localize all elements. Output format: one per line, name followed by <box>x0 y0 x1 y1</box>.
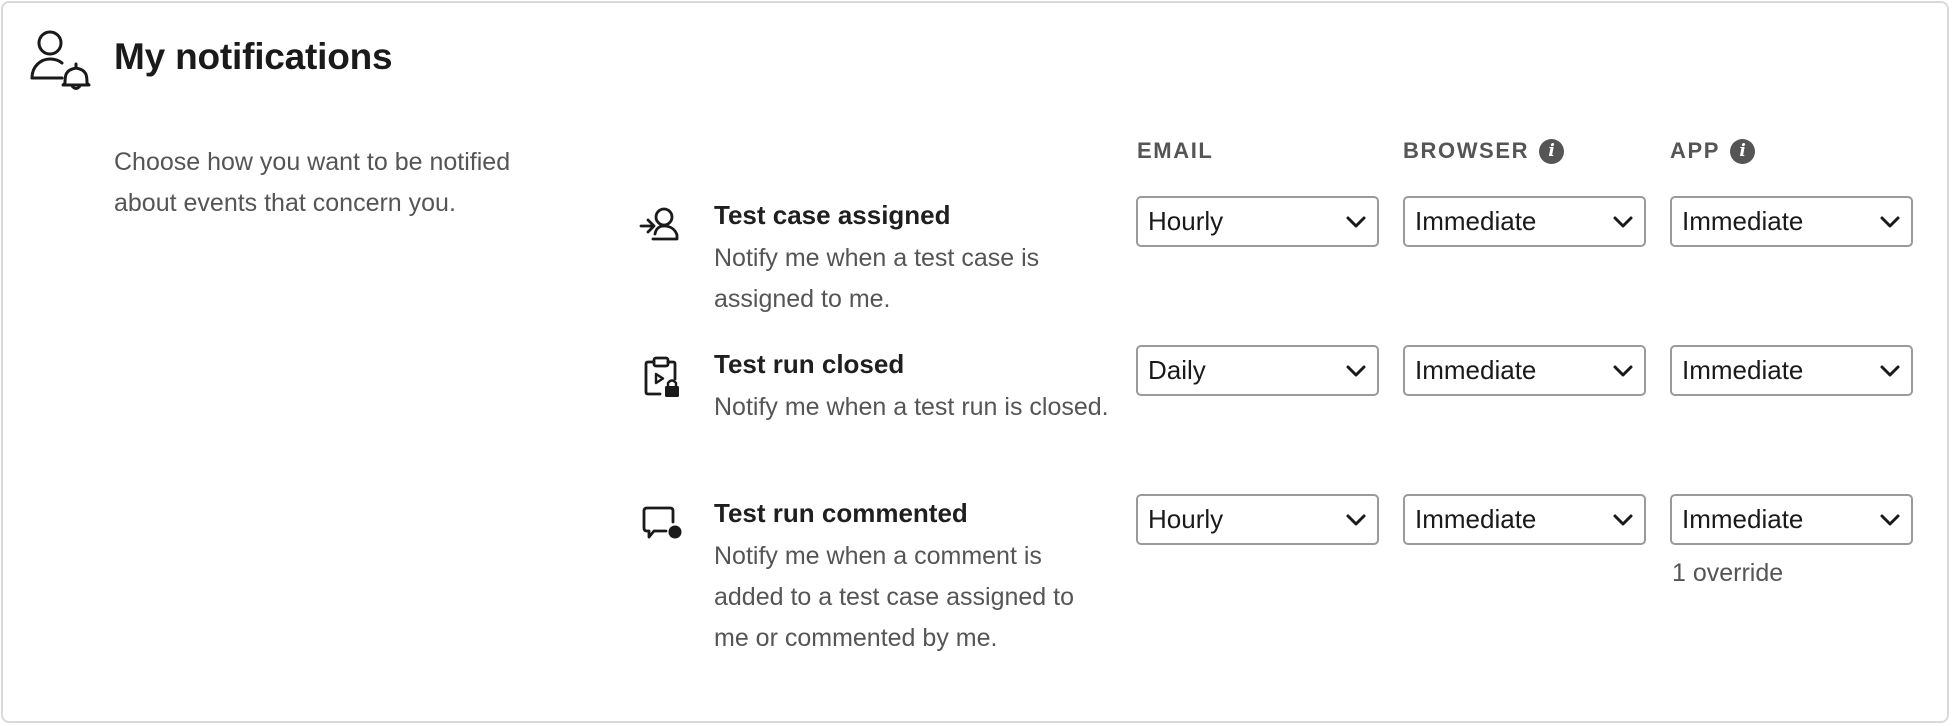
column-header-app-label: APP <box>1670 138 1721 163</box>
browser-frequency-select[interactable]: Immediate <box>1403 345 1646 396</box>
override-link[interactable]: 1 override <box>1672 559 1783 588</box>
page-title: My notifications <box>114 36 393 77</box>
row-description: Notify me when a test run is closed. <box>714 393 1109 421</box>
browser-frequency-select[interactable]: Immediate <box>1403 196 1646 247</box>
column-header-browser: BROWSER i <box>1403 138 1565 164</box>
chevron-down-icon <box>1346 216 1366 227</box>
chevron-down-icon <box>1613 514 1633 525</box>
user-bell-icon <box>30 30 91 90</box>
chevron-down-icon <box>1613 216 1633 227</box>
select-value: Immediate <box>1415 355 1537 385</box>
comment-dot-icon <box>642 506 682 539</box>
email-frequency-select[interactable]: Hourly <box>1136 494 1379 545</box>
select-value: Immediate <box>1415 504 1537 534</box>
column-header-app: APP i <box>1670 138 1756 164</box>
select-value: Immediate <box>1415 206 1537 236</box>
assign-user-icon <box>639 207 679 241</box>
chevron-down-icon <box>1346 514 1366 525</box>
row-title-test-run-closed: Test run closed <box>714 349 905 379</box>
chevron-down-icon <box>1346 365 1366 376</box>
select-value: Hourly <box>1148 206 1224 236</box>
chevron-down-icon <box>1880 514 1900 525</box>
select-value: Immediate <box>1682 206 1804 236</box>
app-frequency-select[interactable]: Immediate <box>1670 494 1913 545</box>
chevron-down-icon <box>1880 365 1900 376</box>
select-value: Hourly <box>1148 504 1224 534</box>
email-frequency-select[interactable]: Hourly <box>1136 196 1379 247</box>
chevron-down-icon <box>1880 216 1900 227</box>
row-description: Notify me when a comment is added to a t… <box>714 542 1074 652</box>
row-description: Notify me when a test case is assigned t… <box>714 244 1040 313</box>
select-value: Immediate <box>1682 355 1804 385</box>
column-header-email: EMAIL <box>1137 138 1213 164</box>
row-title-test-run-commented: Test run commented <box>714 498 968 528</box>
clipboard-lock-icon <box>644 356 679 397</box>
email-frequency-select[interactable]: Daily <box>1136 345 1379 396</box>
chevron-down-icon <box>1613 365 1633 376</box>
info-icon[interactable]: i <box>1730 138 1756 164</box>
select-value: Immediate <box>1682 504 1804 534</box>
browser-frequency-select[interactable]: Immediate <box>1403 494 1646 545</box>
app-frequency-select[interactable]: Immediate <box>1670 345 1913 396</box>
select-value: Daily <box>1148 355 1206 385</box>
row-title-test-case-assigned: Test case assigned <box>714 200 951 230</box>
intro-text: Choose how you want to be notified about… <box>114 148 511 217</box>
column-header-email-label: EMAIL <box>1137 138 1214 163</box>
info-icon[interactable]: i <box>1539 138 1565 164</box>
column-header-browser-label: BROWSER <box>1403 138 1530 163</box>
app-frequency-select[interactable]: Immediate <box>1670 196 1913 247</box>
